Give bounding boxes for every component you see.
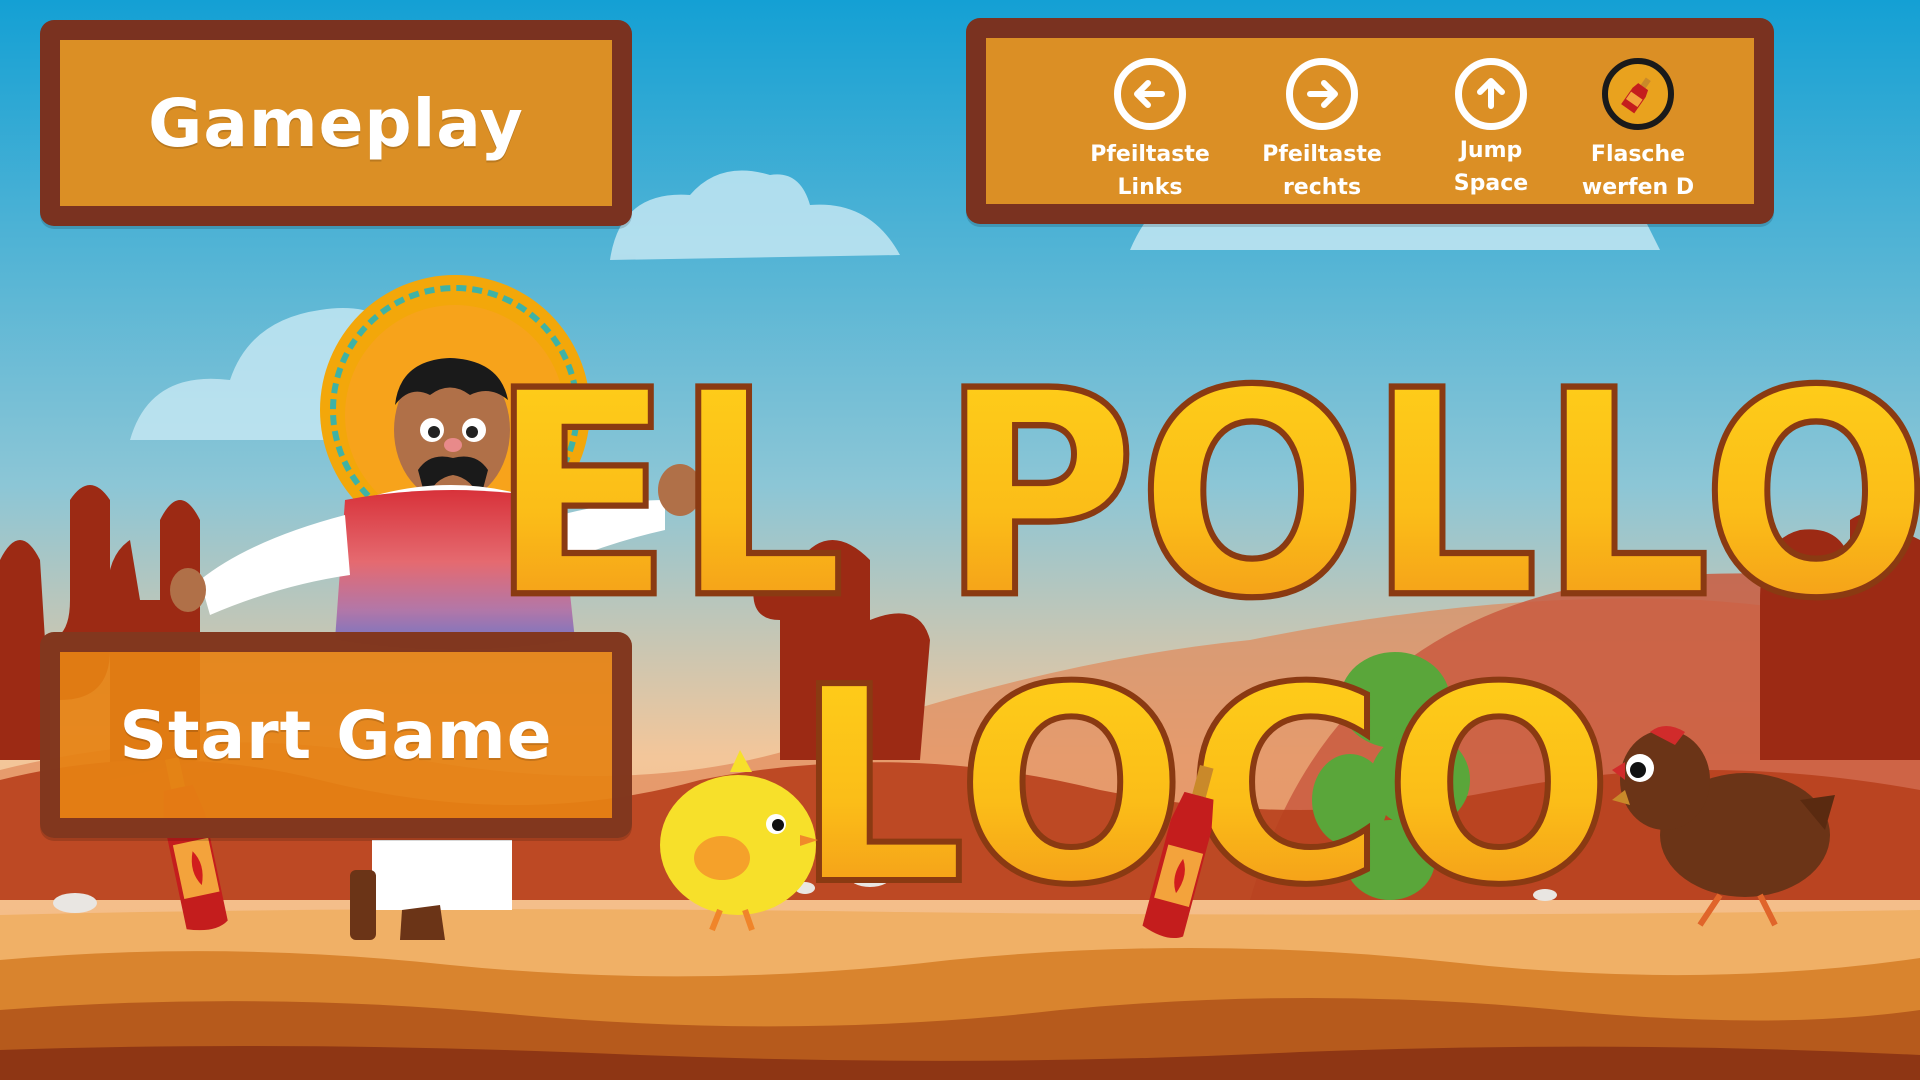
controls-panel: Pfeiltaste Links Pfeiltaste rechts Jump … bbox=[966, 18, 1774, 224]
control-move-left: Pfeiltaste Links bbox=[1070, 58, 1230, 204]
start-game-button-label: Start Game bbox=[119, 696, 553, 774]
control-move-right: Pfeiltaste rechts bbox=[1242, 58, 1402, 204]
control-label-line1: Pfeiltaste bbox=[1090, 142, 1210, 167]
control-label-line2: Links bbox=[1117, 175, 1183, 200]
control-label-line2: rechts bbox=[1282, 175, 1362, 200]
salsa-bottle-icon bbox=[1602, 58, 1674, 130]
start-game-button[interactable]: Start Game bbox=[40, 632, 632, 838]
arrow-left-icon bbox=[1114, 58, 1186, 130]
arrow-right-icon bbox=[1286, 58, 1358, 130]
title-line-1: EL POLLO bbox=[489, 331, 1920, 661]
arrow-up-icon bbox=[1455, 58, 1527, 130]
gameplay-button-label: Gameplay bbox=[148, 84, 524, 162]
control-label-line2: werfen D bbox=[1581, 175, 1695, 200]
control-label-line1: Flasche bbox=[1590, 142, 1686, 167]
control-label-line1: Jump bbox=[1459, 138, 1523, 163]
control-label-line2: Space bbox=[1453, 171, 1529, 196]
control-label-line1: Pfeiltaste bbox=[1262, 142, 1382, 167]
control-throw-bottle: Flasche werfen D bbox=[1558, 58, 1718, 204]
control-jump: Jump Space bbox=[1411, 58, 1571, 200]
gameplay-button[interactable]: Gameplay bbox=[40, 20, 632, 226]
